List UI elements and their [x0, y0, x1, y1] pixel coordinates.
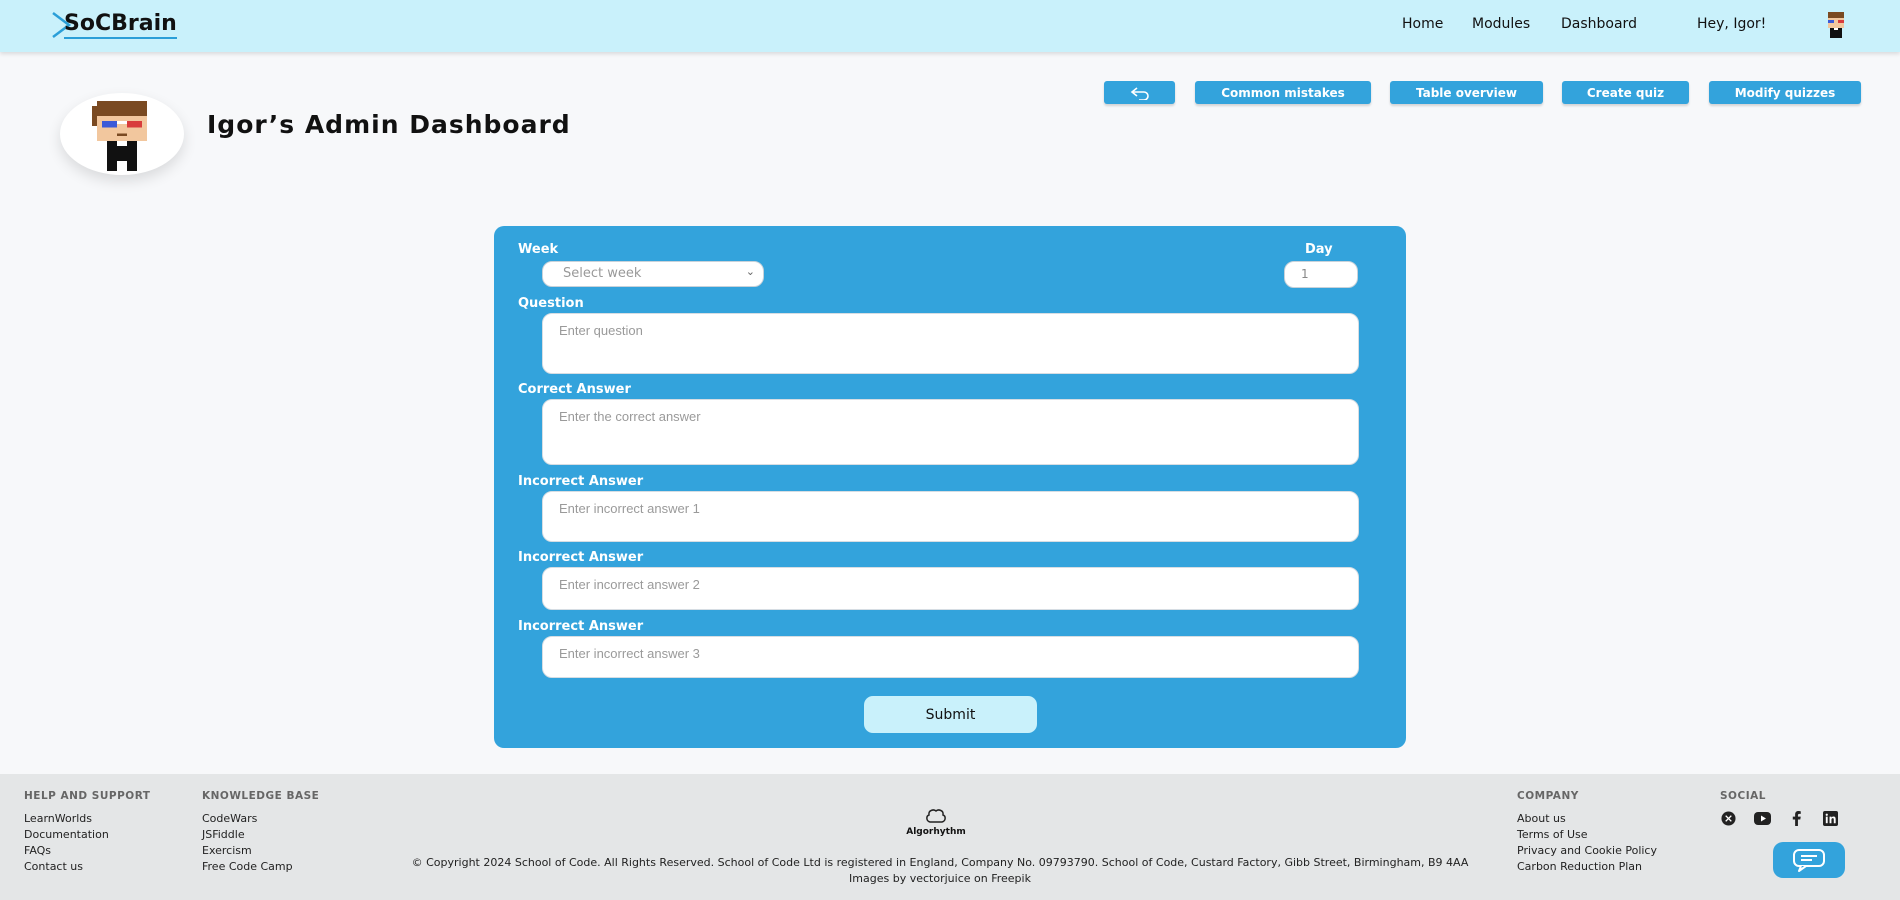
footer-link[interactable]: Documentation [24, 827, 150, 843]
user-greeting: Hey, Igor! [1697, 16, 1767, 32]
week-select[interactable]: Select week ⌄ [542, 261, 764, 287]
algorhythm-logo: Algorhythm [906, 808, 966, 837]
footer-help-column: HELP AND SUPPORT LearnWorlds Documentati… [24, 790, 150, 875]
footer: HELP AND SUPPORT LearnWorlds Documentati… [0, 774, 1900, 900]
profile-avatar [60, 93, 184, 175]
top-navbar: SoCBrain Home Modules Dashboard Hey, Igo… [0, 0, 1900, 52]
footer-company-column: COMPANY About us Terms of Use Privacy an… [1517, 790, 1657, 875]
incorrect-answer-input-1[interactable]: Enter incorrect answer 1 [542, 491, 1359, 542]
nav-links: Home [1402, 16, 1443, 32]
footer-link[interactable]: Carbon Reduction Plan [1517, 859, 1657, 875]
incorrect-answer-label-2: Incorrect Answer [518, 550, 644, 565]
chat-support-button[interactable] [1773, 842, 1845, 878]
incorrect-answer-label-1: Incorrect Answer [518, 474, 644, 489]
create-quiz-button[interactable]: Create quiz [1562, 81, 1689, 104]
undo-arrow-icon [1130, 86, 1149, 100]
footer-knowledge-column: KNOWLEDGE BASE CodeWars JSFiddle Exercis… [202, 790, 319, 875]
footer-link[interactable]: FAQs [24, 843, 150, 859]
incorrect-answer-input-3[interactable]: Enter incorrect answer 3 [542, 636, 1359, 678]
week-select-value: Select week [563, 266, 642, 281]
footer-link[interactable]: Contact us [24, 859, 150, 875]
footer-link[interactable]: LearnWorlds [24, 811, 150, 827]
linkedin-icon[interactable] [1822, 810, 1839, 827]
footer-link[interactable]: CodeWars [202, 811, 319, 827]
facebook-icon[interactable] [1788, 810, 1805, 827]
footer-heading: KNOWLEDGE BASE [202, 790, 320, 802]
logo-text: SoCBrain [64, 11, 177, 39]
nav-dashboard[interactable]: Dashboard [1561, 16, 1637, 32]
nav-modules[interactable]: Modules [1472, 16, 1530, 32]
footer-heading: SOCIAL [1720, 790, 1766, 802]
brain-icon [926, 809, 946, 823]
table-overview-button[interactable]: Table overview [1390, 81, 1543, 104]
incorrect-answer-label-3: Incorrect Answer [518, 619, 644, 634]
footer-link[interactable]: JSFiddle [202, 827, 319, 843]
common-mistakes-button[interactable]: Common mistakes [1195, 81, 1371, 104]
user-avatar[interactable] [1820, 10, 1852, 42]
copyright-text: © Copyright 2024 School of Code. All Rig… [411, 856, 1469, 869]
correct-answer-label: Correct Answer [518, 382, 631, 397]
footer-link[interactable]: Exercism [202, 843, 319, 859]
submit-button[interactable]: Submit [864, 696, 1037, 733]
footer-link[interactable]: Privacy and Cookie Policy [1517, 843, 1657, 859]
image-credit: Images by vectorjuice on Freepik [849, 872, 1031, 885]
nav-home[interactable]: Home [1402, 16, 1443, 32]
day-label: Day [1305, 242, 1333, 257]
logo[interactable]: SoCBrain [50, 11, 177, 39]
incorrect-answer-input-2[interactable]: Enter incorrect answer 2 [542, 567, 1359, 610]
chevron-down-icon: ⌄ [745, 265, 755, 278]
x-icon[interactable] [1720, 810, 1737, 827]
algorhythm-logo-text: Algorhythm [906, 827, 966, 837]
question-input[interactable]: Enter question [542, 313, 1359, 374]
footer-heading: COMPANY [1517, 790, 1579, 802]
back-button[interactable] [1104, 81, 1175, 104]
footer-link[interactable]: Free Code Camp [202, 859, 319, 875]
footer-link[interactable]: About us [1517, 811, 1657, 827]
modify-quizzes-button[interactable]: Modify quizzes [1709, 81, 1861, 104]
week-label: Week [518, 242, 559, 257]
day-input[interactable]: 1 [1284, 261, 1358, 288]
quiz-question-form: Week Select week ⌄ Day 1 Question Enter … [494, 226, 1406, 748]
social-icons [1720, 810, 1839, 827]
footer-social-column: SOCIAL [1720, 790, 1766, 811]
nav-links-2: Modules [1472, 16, 1530, 32]
footer-heading: HELP AND SUPPORT [24, 790, 151, 802]
footer-link[interactable]: Terms of Use [1517, 827, 1657, 843]
youtube-icon[interactable] [1754, 810, 1771, 827]
nav-links-3: Dashboard [1561, 16, 1637, 32]
question-label: Question [518, 296, 584, 311]
chat-bubble-icon [1793, 849, 1825, 872]
page-title: Igor’s Admin Dashboard [207, 110, 571, 139]
correct-answer-input[interactable]: Enter the correct answer [542, 399, 1359, 465]
